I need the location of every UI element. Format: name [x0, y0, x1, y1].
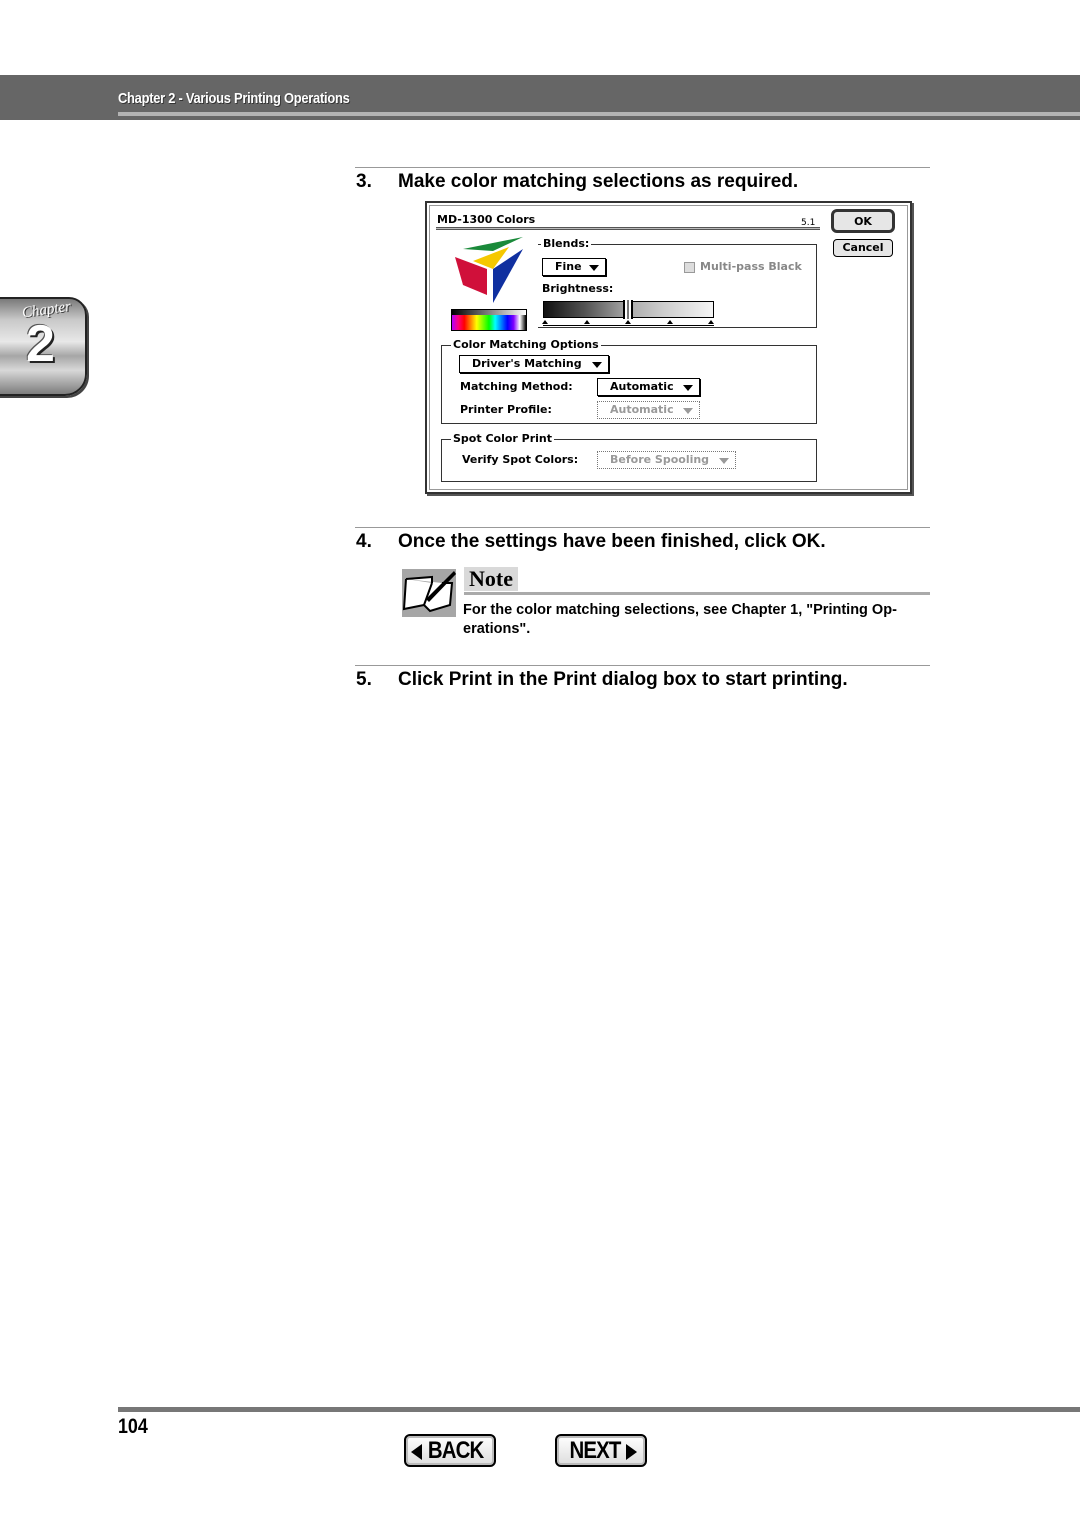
chapter-header-title: Chapter 2 - Various Printing Operations: [118, 90, 350, 107]
dialog-title-rule: [436, 227, 820, 230]
next-button[interactable]: NEXT: [555, 1434, 647, 1467]
brightness-tick: [708, 320, 714, 324]
chevron-down-icon: [683, 385, 693, 391]
verify-spot-colors-selected: Before Spooling: [610, 453, 710, 466]
step-number: 4.: [356, 531, 372, 552]
back-button[interactable]: BACK: [404, 1434, 496, 1467]
chevron-down-icon: [589, 265, 599, 271]
step-4-heading: 4. Once the settings have been finished, …: [356, 531, 826, 553]
step-3-heading: 3. Make color matching selections as requ…: [356, 171, 798, 193]
step-text: Make color matching selections as requir…: [398, 171, 799, 192]
chevron-down-icon: [592, 362, 602, 368]
chapter-tab-number: 2: [26, 315, 55, 373]
header-rule: [118, 112, 1080, 116]
brightness-slider-thumb[interactable]: [623, 300, 633, 319]
blends-popup[interactable]: Fine: [542, 258, 606, 276]
back-arrow-icon: [411, 1443, 423, 1460]
back-label: BACK: [428, 1437, 484, 1464]
verify-spot-colors-label: Verify Spot Colors:: [462, 453, 579, 466]
blends-selected: Fine: [555, 260, 582, 273]
matching-method-selected: Automatic: [610, 380, 674, 393]
matching-method-popup[interactable]: Automatic: [597, 378, 700, 396]
note-rule: [464, 592, 930, 595]
brightness-tick-rule: [543, 325, 714, 326]
matching-mode-selected: Driver's Matching: [472, 357, 582, 370]
logo-green-facet: [463, 237, 523, 251]
dialog-title: MD-1300 Colors: [437, 213, 536, 226]
brightness-tick: [583, 320, 590, 324]
step-rule: [355, 527, 930, 528]
note-text: For the color matching selections, see C…: [463, 602, 897, 637]
footer-rule: [118, 1407, 1080, 1412]
note-title: Note: [464, 567, 518, 591]
printer-profile-popup[interactable]: Automatic: [597, 401, 700, 419]
multipass-black-checkbox[interactable]: [684, 262, 695, 273]
step-number: 5.: [356, 669, 372, 690]
colorsync-logo-icon: [455, 237, 523, 303]
step-text: Once the settings have been finished, cl…: [398, 531, 826, 552]
ok-button[interactable]: OK: [831, 209, 895, 233]
page-number: 104: [118, 1415, 148, 1438]
chevron-down-icon: [719, 458, 729, 464]
brightness-tick: [542, 320, 548, 324]
printer-profile-label: Printer Profile:: [460, 403, 552, 416]
verify-spot-colors-popup[interactable]: Before Spooling: [597, 451, 736, 469]
brightness-label: Brightness:: [542, 282, 614, 295]
step-5-heading: 5. Click Print in the Print dialog box to…: [356, 669, 848, 691]
step-rule: [355, 665, 930, 666]
spot-color-group-label: Spot Color Print: [451, 432, 554, 445]
step-number: 3.: [356, 171, 372, 192]
printer-profile-selected: Automatic: [610, 403, 674, 416]
brightness-tick: [666, 320, 673, 324]
matching-method-label: Matching Method:: [460, 380, 573, 393]
next-arrow-icon: [626, 1443, 637, 1460]
step-text: Click Print in the Print dialog box to s…: [398, 669, 848, 690]
matching-mode-popup[interactable]: Driver's Matching: [459, 355, 609, 373]
blends-label: Blends:: [541, 237, 592, 250]
color-spectrum-bar: [451, 309, 527, 331]
step-rule: [355, 167, 930, 168]
md1300-colors-dialog: MD-1300 Colors 5.1 OK Cancel Blends: Fin…: [425, 201, 912, 494]
chevron-down-icon: [683, 408, 693, 414]
color-matching-group-label: Color Matching Options: [451, 338, 601, 351]
next-label: NEXT: [569, 1437, 621, 1464]
multipass-black-label: Multi-pass Black: [700, 260, 802, 273]
cancel-button[interactable]: Cancel: [833, 239, 893, 257]
note-pencil-book-icon: [402, 569, 456, 617]
brightness-tick: [625, 320, 631, 324]
